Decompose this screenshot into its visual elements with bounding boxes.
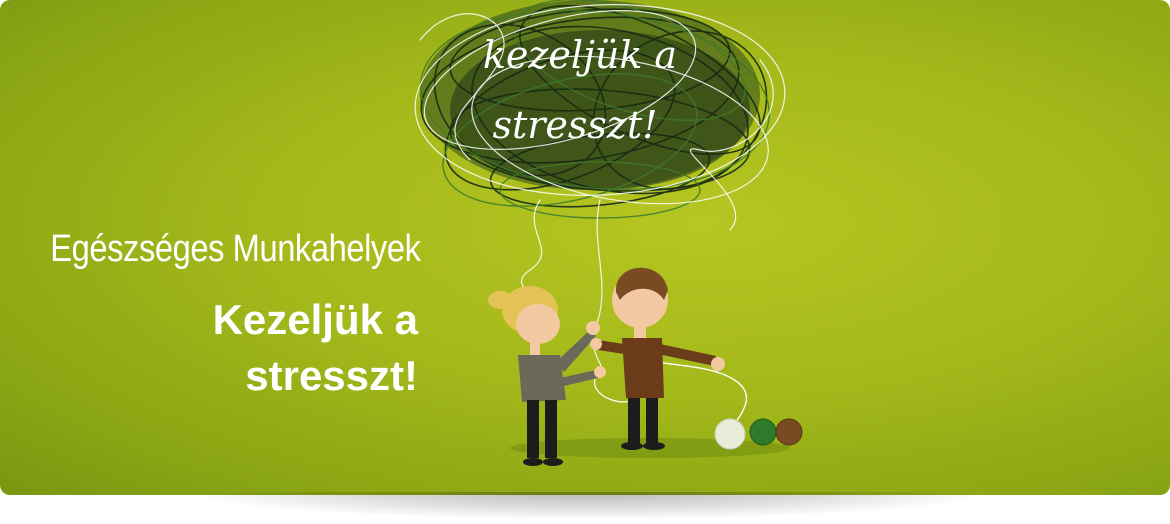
yarn-ball-white — [714, 418, 746, 450]
banner-shadow — [210, 492, 970, 518]
hero-banner: Egészséges Munkahelyek Kezeljük a stress… — [0, 0, 1170, 495]
script-line-2: stresszt! — [493, 103, 658, 147]
yarn-balls — [714, 418, 803, 450]
yarn-ball-brown — [775, 418, 803, 446]
woman-figure — [488, 286, 606, 466]
script-line-1: kezeljük a — [483, 33, 677, 77]
stress-illustration: kezeljük a stresszt! — [414, 0, 803, 466]
yarn-ball-green — [749, 418, 777, 446]
man-figure — [590, 267, 725, 450]
